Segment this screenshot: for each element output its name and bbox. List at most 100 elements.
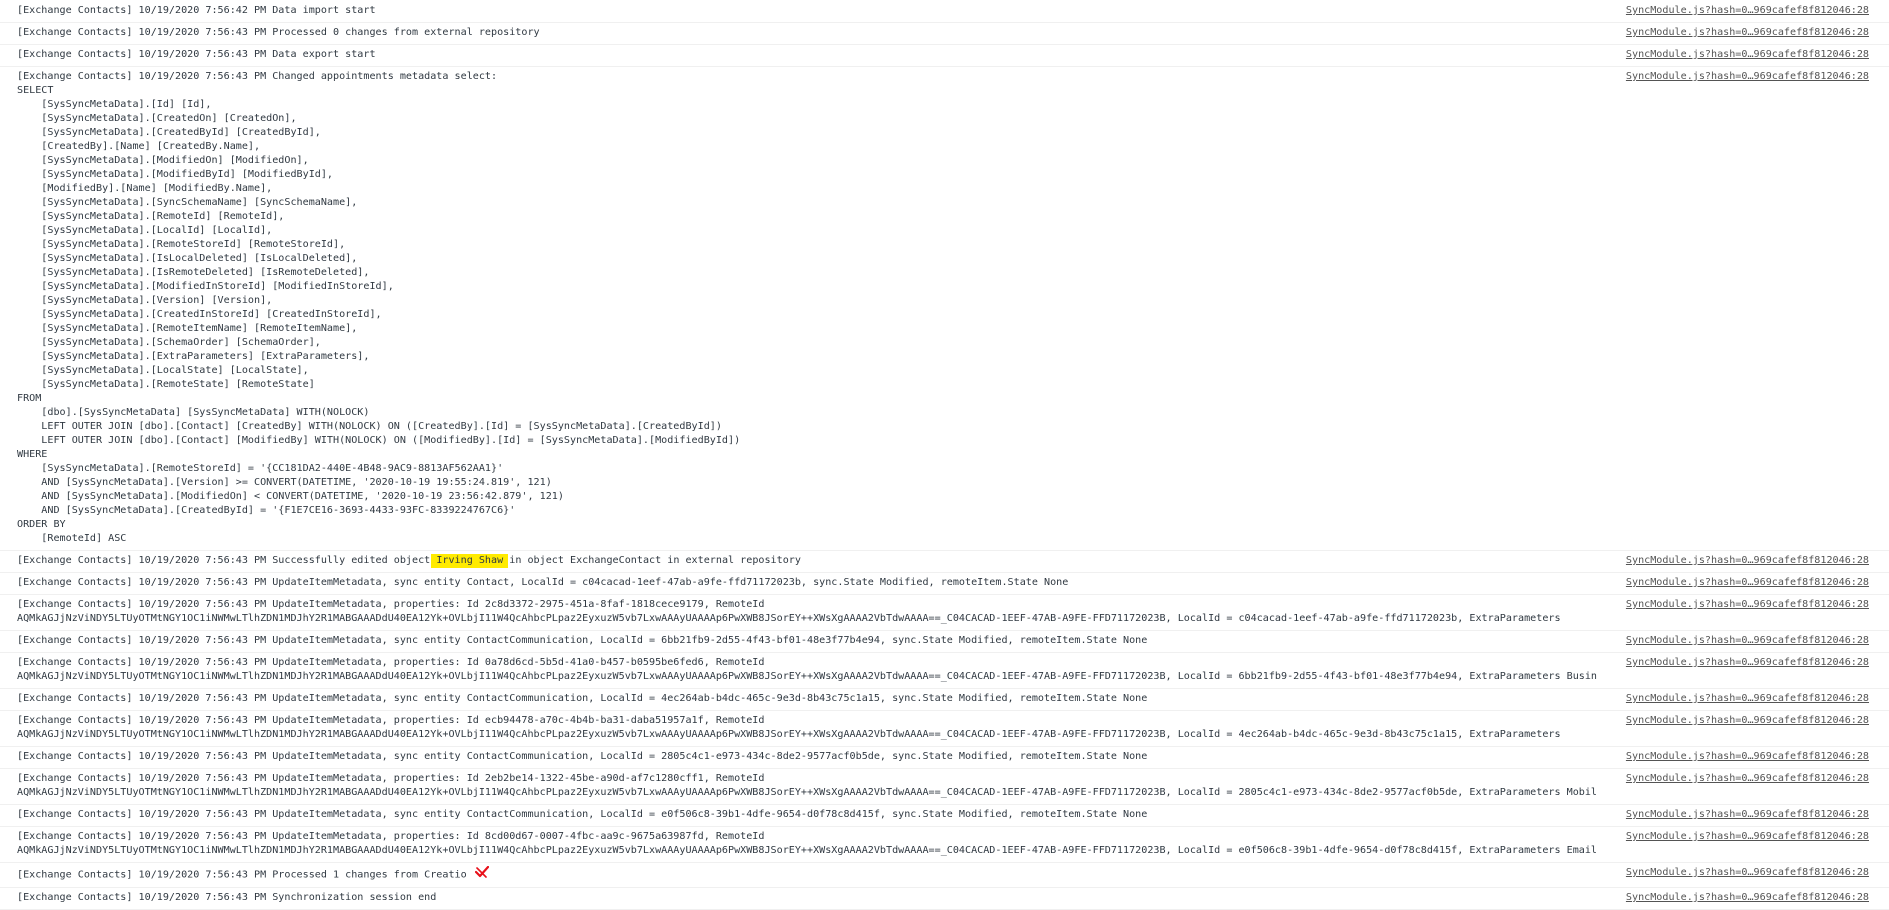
log-entry: SyncModule.js?hash=0…969cafef8f812046:28…: [0, 1, 1889, 23]
log-line: [dbo].[SysSyncMetaData] [SysSyncMetaData…: [17, 407, 370, 418]
log-entry: SyncModule.js?hash=0…969cafef8f812046:28…: [0, 827, 1889, 863]
log-line: AQMkAGJjNzViNDY5LTUyOTMtNGY1OC1iNWMwLTlh…: [17, 729, 1561, 740]
log-line: [Exchange Contacts] 10/19/2020 7:56:43 P…: [17, 892, 437, 903]
log-line: AND [SysSyncMetaData].[Version] >= CONVE…: [17, 477, 552, 488]
log-entry: SyncModule.js?hash=0…969cafef8f812046:28…: [0, 573, 1889, 595]
log-line: [SysSyncMetaData].[RemoteState] [RemoteS…: [17, 379, 315, 390]
log-line: [ModifiedBy].[Name] [ModifiedBy.Name],: [17, 183, 273, 194]
source-link[interactable]: SyncModule.js?hash=0…969cafef8f812046:28: [1626, 70, 1869, 84]
log-line: FROM: [17, 393, 42, 404]
log-line: [Exchange Contacts] 10/19/2020 7:56:43 P…: [17, 773, 765, 784]
log-line: [SysSyncMetaData].[RemoteStoreId] = '{CC…: [17, 463, 504, 474]
source-link[interactable]: SyncModule.js?hash=0…969cafef8f812046:28: [1626, 656, 1869, 670]
log-entry: SyncModule.js?hash=0…969cafef8f812046:28…: [0, 805, 1889, 827]
source-link[interactable]: SyncModule.js?hash=0…969cafef8f812046:28: [1626, 692, 1869, 706]
log-message: [Exchange Contacts] 10/19/2020 7:56:43 P…: [17, 554, 1597, 568]
log-message: [Exchange Contacts] 10/19/2020 7:56:43 P…: [17, 692, 1597, 706]
log-entry: SyncModule.js?hash=0…969cafef8f812046:28…: [0, 631, 1889, 653]
log-entry: SyncModule.js?hash=0…969cafef8f812046:28…: [0, 45, 1889, 67]
source-link[interactable]: SyncModule.js?hash=0…969cafef8f812046:28: [1626, 808, 1869, 822]
log-line: SELECT: [17, 85, 54, 96]
log-line: [Exchange Contacts] 10/19/2020 7:56:43 P…: [17, 71, 498, 82]
log-entry-processed: SyncModule.js?hash=0…969cafef8f812046:28…: [0, 863, 1889, 888]
log-entry: SyncModule.js?hash=0…969cafef8f812046:28…: [0, 595, 1889, 631]
log-line: [SysSyncMetaData].[LocalId] [LocalId],: [17, 225, 273, 236]
source-link[interactable]: SyncModule.js?hash=0…969cafef8f812046:28: [1626, 750, 1869, 764]
log-line: [Exchange Contacts] 10/19/2020 7:56:43 P…: [17, 49, 376, 60]
log-message: [Exchange Contacts] 10/19/2020 7:56:42 P…: [17, 4, 1597, 18]
log-line: [SysSyncMetaData].[IsRemoteDeleted] [IsR…: [17, 267, 370, 278]
log-line: [Exchange Contacts] 10/19/2020 7:56:43 P…: [17, 635, 1148, 646]
log-entry: SyncModule.js?hash=0…969cafef8f812046:28…: [0, 711, 1889, 747]
source-link[interactable]: SyncModule.js?hash=0…969cafef8f812046:28: [1626, 26, 1869, 40]
source-link[interactable]: SyncModule.js?hash=0…969cafef8f812046:28: [1626, 830, 1869, 844]
source-link[interactable]: SyncModule.js?hash=0…969cafef8f812046:28: [1626, 772, 1869, 786]
source-link[interactable]: SyncModule.js?hash=0…969cafef8f812046:28: [1626, 714, 1869, 728]
console-log: SyncModule.js?hash=0…969cafef8f812046:28…: [0, 1, 1889, 910]
red-check-mark-icon: [474, 866, 489, 883]
log-line: [SysSyncMetaData].[CreatedInStoreId] [Cr…: [17, 309, 382, 320]
log-line: [Exchange Contacts] 10/19/2020 7:56:43 P…: [17, 751, 1148, 762]
log-message: [Exchange Contacts] 10/19/2020 7:56:43 P…: [17, 750, 1597, 764]
source-link[interactable]: SyncModule.js?hash=0…969cafef8f812046:28: [1626, 48, 1869, 62]
log-line: [CreatedBy].[Name] [CreatedBy.Name],: [17, 141, 261, 152]
log-line: AQMkAGJjNzViNDY5LTUyOTMtNGY1OC1iNWMwLTlh…: [17, 787, 1597, 798]
log-message: [Exchange Contacts] 10/19/2020 7:56:43 P…: [17, 576, 1597, 590]
log-line: [SysSyncMetaData].[ModifiedById] [Modifi…: [17, 169, 334, 180]
log-line: [SysSyncMetaData].[IsLocalDeleted] [IsLo…: [17, 253, 358, 264]
log-entry: SyncModule.js?hash=0…969cafef8f812046:28…: [0, 769, 1889, 805]
log-line: [SysSyncMetaData].[CreatedOn] [CreatedOn…: [17, 113, 297, 124]
log-entry: SyncModule.js?hash=0…969cafef8f812046:28…: [0, 689, 1889, 711]
log-message: [Exchange Contacts] 10/19/2020 7:56:43 P…: [17, 714, 1597, 742]
source-link[interactable]: SyncModule.js?hash=0…969cafef8f812046:28: [1626, 891, 1869, 905]
log-entry-sql: SyncModule.js?hash=0…969cafef8f812046:28…: [0, 67, 1889, 551]
log-line: [Exchange Contacts] 10/19/2020 7:56:43 P…: [17, 693, 1148, 704]
log-line: [Exchange Contacts] 10/19/2020 7:56:43 P…: [17, 577, 1069, 588]
log-text-before: [Exchange Contacts] 10/19/2020 7:56:43 P…: [17, 555, 437, 566]
log-line: [SysSyncMetaData].[Id] [Id],: [17, 99, 212, 110]
source-link[interactable]: SyncModule.js?hash=0…969cafef8f812046:28: [1626, 4, 1869, 18]
highlighted-contact-name: Irving Shaw: [431, 554, 509, 568]
log-line: [RemoteId] ASC: [17, 533, 127, 544]
log-line: [SysSyncMetaData].[Version] [Version],: [17, 295, 273, 306]
log-line: [Exchange Contacts] 10/19/2020 7:56:43 P…: [17, 657, 765, 668]
log-line: [SysSyncMetaData].[ModifiedInStoreId] [M…: [17, 281, 394, 292]
log-message: [Exchange Contacts] 10/19/2020 7:56:43 P…: [17, 808, 1597, 822]
log-line: LEFT OUTER JOIN [dbo].[Contact] [Created…: [17, 421, 722, 432]
log-line: [Exchange Contacts] 10/19/2020 7:56:43 P…: [17, 809, 1148, 820]
log-entry-edited: SyncModule.js?hash=0…969cafef8f812046:28…: [0, 551, 1889, 573]
log-line: [Exchange Contacts] 10/19/2020 7:56:43 P…: [17, 27, 540, 38]
log-line: [Exchange Contacts] 10/19/2020 7:56:43 P…: [17, 715, 765, 726]
log-message: [Exchange Contacts] 10/19/2020 7:56:43 P…: [17, 656, 1597, 684]
log-message: [Exchange Contacts] 10/19/2020 7:56:43 P…: [17, 598, 1597, 626]
log-line: [SysSyncMetaData].[SchemaOrder] [SchemaO…: [17, 337, 321, 348]
log-entry-end: SyncModule.js?hash=0…969cafef8f812046:28…: [0, 888, 1889, 910]
log-message: [Exchange Contacts] 10/19/2020 7:56:43 P…: [17, 891, 1597, 905]
log-line: [SysSyncMetaData].[RemoteItemName] [Remo…: [17, 323, 358, 334]
log-line: [Exchange Contacts] 10/19/2020 7:56:43 P…: [17, 599, 765, 610]
source-link[interactable]: SyncModule.js?hash=0…969cafef8f812046:28: [1626, 866, 1869, 880]
source-link[interactable]: SyncModule.js?hash=0…969cafef8f812046:28: [1626, 554, 1869, 568]
log-line: [SysSyncMetaData].[CreatedById] [Created…: [17, 127, 321, 138]
log-line: AQMkAGJjNzViNDY5LTUyOTMtNGY1OC1iNWMwLTlh…: [17, 845, 1597, 856]
log-line: AND [SysSyncMetaData].[CreatedById] = '{…: [17, 505, 516, 516]
log-line: [SysSyncMetaData].[RemoteId] [RemoteId],: [17, 211, 285, 222]
log-line: [SysSyncMetaData].[RemoteStoreId] [Remot…: [17, 239, 346, 250]
log-message: [Exchange Contacts] 10/19/2020 7:56:43 P…: [17, 26, 1597, 40]
log-entry: SyncModule.js?hash=0…969cafef8f812046:28…: [0, 653, 1889, 689]
log-message: [Exchange Contacts] 10/19/2020 7:56:43 P…: [17, 70, 1597, 546]
log-message: [Exchange Contacts] 10/19/2020 7:56:43 P…: [17, 634, 1597, 648]
log-line: [Exchange Contacts] 10/19/2020 7:56:43 P…: [17, 831, 765, 842]
log-line: WHERE: [17, 449, 48, 460]
source-link[interactable]: SyncModule.js?hash=0…969cafef8f812046:28: [1626, 634, 1869, 648]
source-link[interactable]: SyncModule.js?hash=0…969cafef8f812046:28: [1626, 576, 1869, 590]
source-link[interactable]: SyncModule.js?hash=0…969cafef8f812046:28: [1626, 598, 1869, 612]
log-message: [Exchange Contacts] 10/19/2020 7:56:43 P…: [17, 772, 1597, 800]
log-entry: SyncModule.js?hash=0…969cafef8f812046:28…: [0, 747, 1889, 769]
log-line: AND [SysSyncMetaData].[ModifiedOn] < CON…: [17, 491, 564, 502]
log-line: [Exchange Contacts] 10/19/2020 7:56:42 P…: [17, 5, 376, 16]
log-line: AQMkAGJjNzViNDY5LTUyOTMtNGY1OC1iNWMwLTlh…: [17, 613, 1561, 624]
log-text-after: in object ExchangeContact in external re…: [503, 555, 801, 566]
log-message: [Exchange Contacts] 10/19/2020 7:56:43 P…: [17, 866, 1597, 883]
log-entry: SyncModule.js?hash=0…969cafef8f812046:28…: [0, 23, 1889, 45]
